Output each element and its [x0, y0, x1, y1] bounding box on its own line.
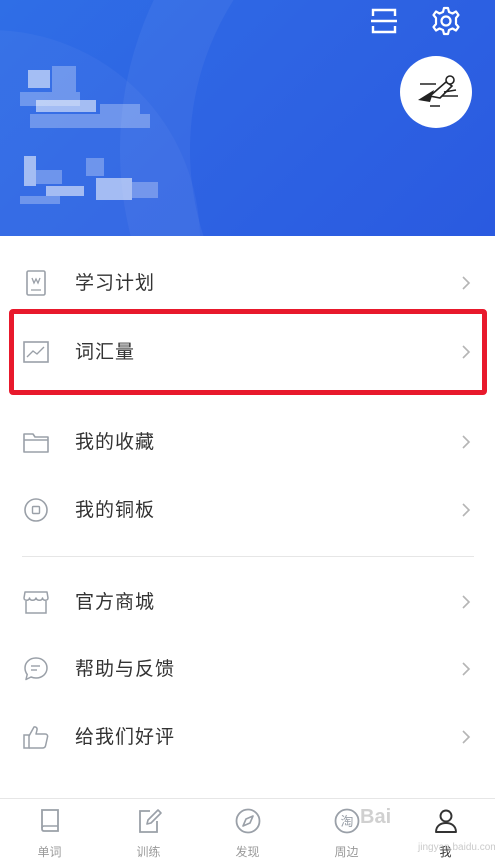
nav-tab-discover[interactable]: 发现 [198, 799, 297, 868]
person-icon [435, 809, 457, 833]
book-icon [26, 270, 46, 296]
chevron-right-icon [462, 435, 471, 449]
menu-item-store[interactable]: 官方商城 [0, 568, 495, 636]
chevron-right-icon [462, 730, 471, 744]
menu-item-rate[interactable]: 给我们好评 [0, 703, 495, 771]
book-icon [41, 809, 59, 832]
nav-tab-me[interactable]: 我 [396, 799, 495, 868]
chevron-right-icon [462, 276, 471, 290]
nav-label: 训练 [136, 845, 161, 859]
avatar[interactable] [400, 56, 472, 128]
watermark: Bai [360, 806, 392, 828]
chevron-right-icon [462, 662, 471, 676]
bottom-nav: 单词 训练 发现 淘 周边 我 [0, 798, 495, 868]
settings-icon[interactable] [431, 6, 461, 36]
nav-label: 单词 [37, 845, 62, 859]
section-divider [22, 556, 474, 557]
svg-text:淘: 淘 [340, 815, 353, 830]
compass-icon [235, 808, 261, 834]
menu-label: 我的收藏 [75, 431, 156, 453]
menu-item-study-plan[interactable]: 学习计划 [0, 249, 495, 317]
folder-icon [23, 433, 49, 453]
coin-icon [24, 498, 48, 522]
thumbs-up-icon [23, 726, 49, 749]
menu-item-feedback[interactable]: 帮助与反馈 [0, 635, 495, 703]
menu-item-favorites[interactable]: 我的收藏 [0, 408, 495, 476]
nav-label: 周边 [334, 845, 359, 859]
nav-tab-training[interactable]: 训练 [99, 799, 198, 868]
superhero-avatar-icon [418, 75, 458, 107]
menu-label: 给我们好评 [75, 726, 176, 748]
chevron-right-icon [462, 595, 471, 609]
menu-label: 官方商城 [75, 591, 156, 613]
store-icon [23, 591, 49, 614]
chevron-right-icon [462, 503, 471, 517]
watermark-url: jingyan.baidu.com [418, 842, 495, 853]
shop-icon: 淘 [334, 808, 360, 834]
menu-item-copper[interactable]: 我的铜板 [0, 476, 495, 544]
menu-label: 学习计划 [75, 272, 156, 294]
highlight-annotation [9, 309, 487, 395]
profile-header [0, 0, 495, 236]
edit-icon [139, 809, 162, 833]
menu-label: 我的铜板 [75, 499, 156, 521]
scan-icon[interactable] [369, 6, 399, 36]
nav-tab-words[interactable]: 单词 [0, 799, 99, 868]
menu-label: 帮助与反馈 [75, 658, 176, 680]
chat-icon [24, 657, 48, 681]
nav-label: 发现 [235, 845, 260, 859]
